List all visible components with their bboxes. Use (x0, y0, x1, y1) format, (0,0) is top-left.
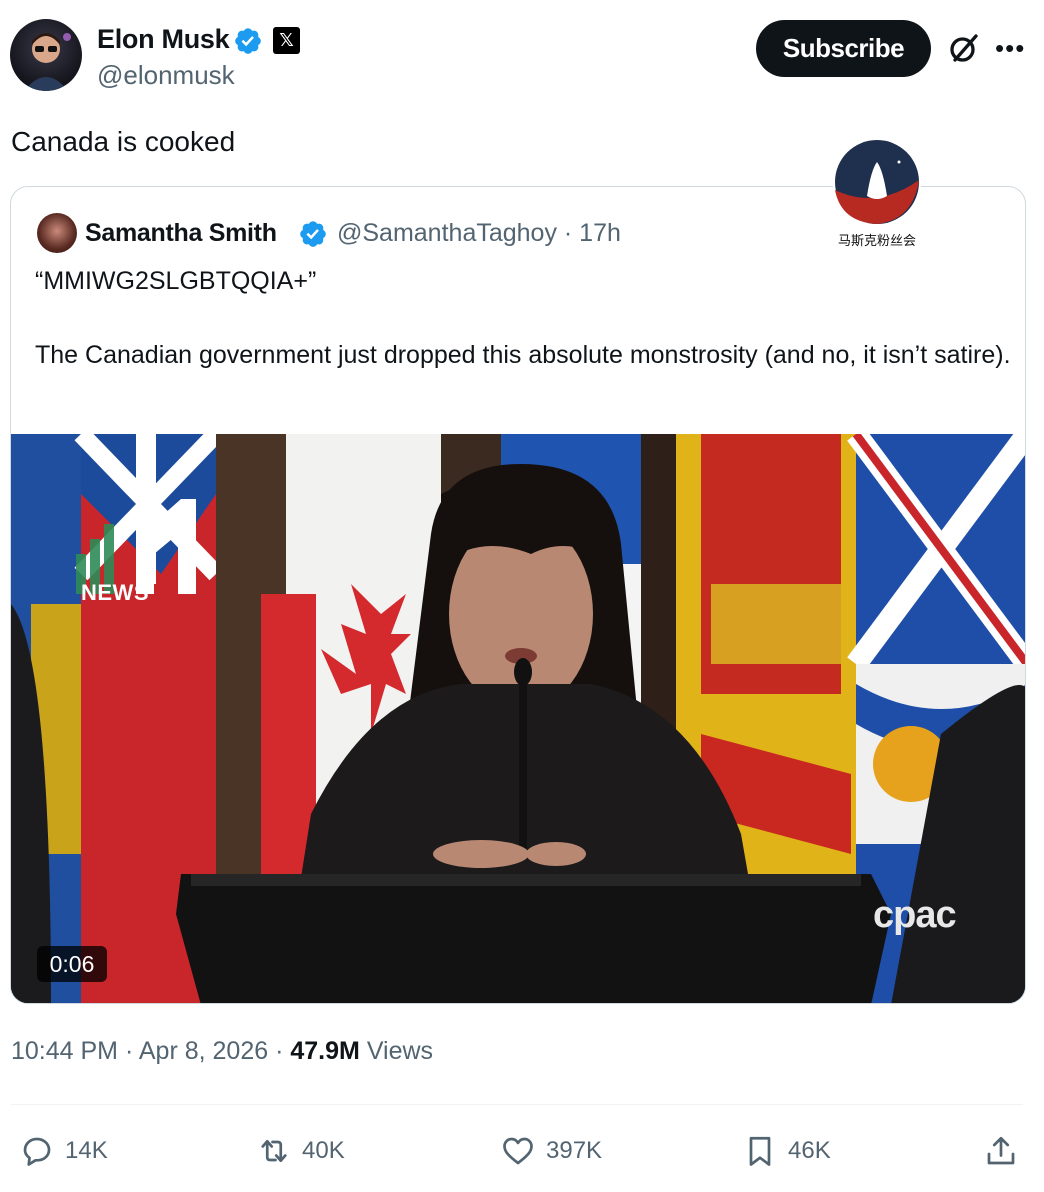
author-handle[interactable]: @elonmusk (97, 60, 235, 91)
meta-separator: · (275, 1037, 291, 1065)
bookmark-icon (749, 1136, 771, 1166)
bookmark-button[interactable]: 46K (742, 1126, 831, 1176)
views-label: Views (366, 1037, 434, 1065)
like-count: 397K (546, 1137, 603, 1164)
reply-icon (23, 1137, 51, 1166)
repost-icon (261, 1139, 287, 1163)
post-timestamp-views: 10:44 PM · Apr 8, 2026 · 47.9M Views (11, 1037, 433, 1066)
video-player[interactable]: NEWS cpac 0:06 (11, 434, 1025, 1003)
share-icon (987, 1136, 1015, 1165)
quoted-author-name[interactable]: Samantha Smith (85, 219, 277, 248)
tweet-text: Canada is cooked (11, 126, 236, 157)
post-time[interactable]: 10:44 PM (11, 1037, 118, 1065)
reply-button[interactable]: 14K (19, 1126, 108, 1176)
more-options-icon[interactable]: ••• (995, 30, 1027, 66)
verified-badge-icon (300, 221, 326, 247)
quoted-tweet-line-2: The Canadian government just dropped thi… (35, 341, 1011, 369)
bookmark-count: 46K (788, 1137, 831, 1164)
news-channel-label: NEWS (81, 580, 149, 605)
post-date[interactable]: Apr 8, 2026 (139, 1037, 268, 1065)
repost-button[interactable]: 40K (256, 1126, 345, 1176)
meta-separator: · (124, 1037, 139, 1065)
quoted-tweet-card[interactable]: Samantha Smith @SamanthaTaghoy · 17h “MM… (10, 186, 1026, 1004)
divider (11, 1104, 1023, 1105)
fan-club-watermark-label: 马斯克粉丝会 (837, 233, 916, 248)
grok-icon[interactable] (946, 30, 982, 66)
like-button[interactable]: 397K (500, 1126, 602, 1176)
video-duration-badge: 0:06 (37, 946, 107, 982)
share-button[interactable] (983, 1126, 1019, 1176)
verified-badge-icon (235, 28, 261, 54)
quoted-tweet-line-1: “MMIWG2SLGBTQQIA+” (35, 267, 317, 295)
subscribe-button[interactable]: Subscribe (756, 20, 931, 77)
quoted-author-avatar[interactable] (37, 213, 77, 253)
heart-icon (503, 1137, 533, 1165)
repost-count: 40K (302, 1137, 345, 1164)
cpac-broadcaster-logo: cpac (873, 894, 957, 936)
quoted-author-handle-time[interactable]: @SamanthaTaghoy · 17h (337, 219, 621, 248)
author-name[interactable]: Elon Musk (97, 24, 230, 55)
author-avatar[interactable] (10, 19, 82, 91)
views-count: 47.9M (290, 1037, 360, 1065)
reply-count: 14K (65, 1137, 108, 1164)
x-logo-badge-icon: 𝕏 (273, 27, 300, 54)
